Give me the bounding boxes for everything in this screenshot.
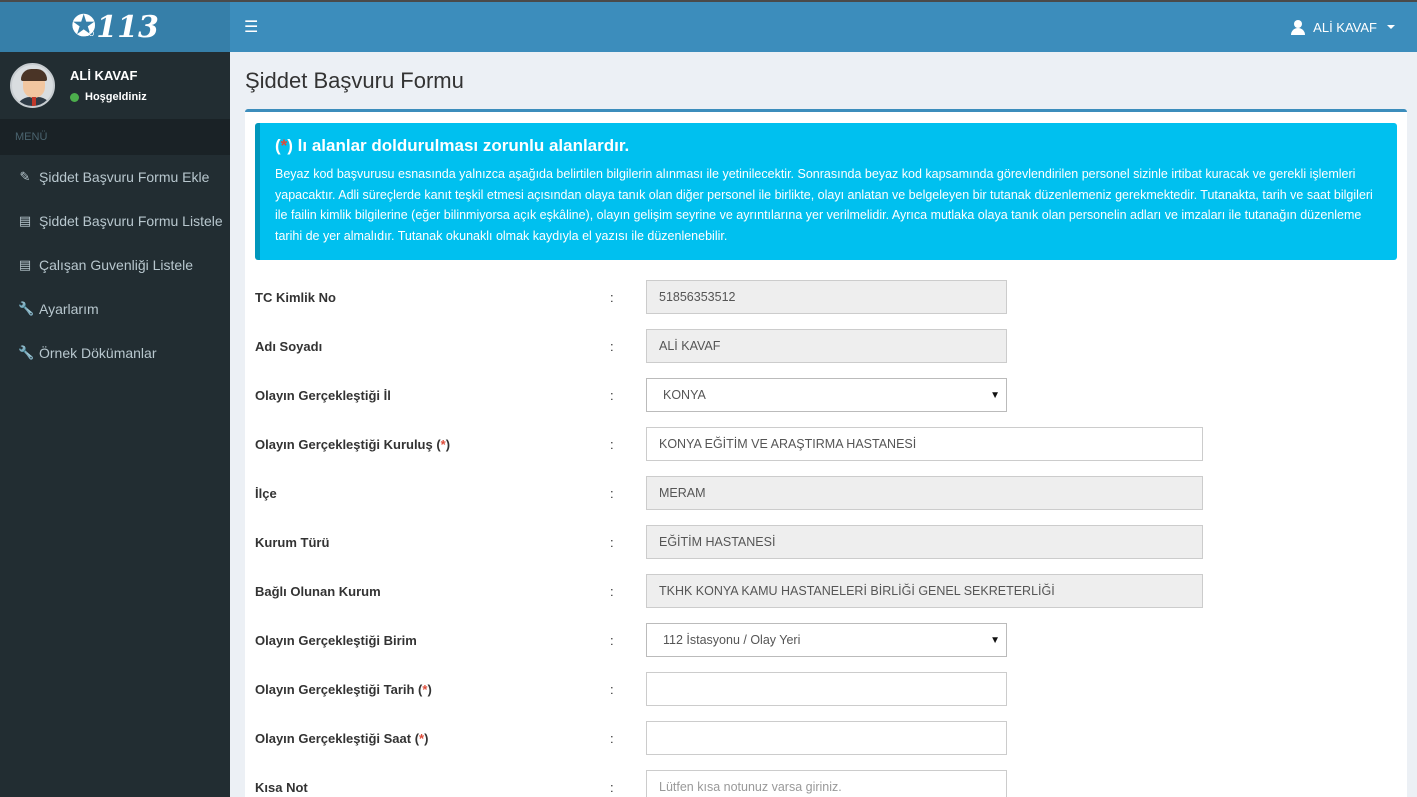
sidebar-item-add-form[interactable]: ✎ Şiddet Başvuru Formu Ekle [0, 155, 230, 199]
form-box: (*) lı alanlar doldurulması zorunlu alan… [245, 109, 1407, 797]
ilce-label: İlçe [255, 485, 277, 501]
logo-text: 113 [96, 9, 159, 45]
saat-input[interactable] [646, 721, 1007, 755]
user-status: Hoşgeldiniz [70, 91, 147, 103]
name-label: Adı Soyadı [255, 338, 323, 354]
select-arrow-icon: ▼ [990, 389, 1000, 401]
kurum-turu-field: EĞİTİM HASTANESİ [646, 525, 1203, 559]
callout-body: Beyaz kod başvurusu esnasında yalnızca a… [275, 167, 1373, 243]
saat-label: Olayın Gerçekleştiği Saat (*) [255, 730, 429, 746]
form-row-birim: Olayın Gerçekleştiği Birim : 112 İstasyo… [255, 623, 1205, 657]
il-label: Olayın Gerçekleştiği İl [255, 387, 391, 403]
il-select[interactable]: KONYA ▼ [646, 378, 1007, 412]
kurulus-field[interactable]: KONYA EĞİTİM VE ARAŞTIRMA HASTANESİ [646, 427, 1203, 461]
birim-select-value: 112 İstasyonu / Olay Yeri [663, 633, 801, 647]
avatar [10, 63, 55, 108]
sidebar-item-employee-safety[interactable]: ▤ Çalışan Guvenliği Listele [0, 243, 230, 287]
form-row-ilce: İlçe : MERAM [255, 476, 1205, 510]
callout-title: (*) lı alanlar doldurulması zorunlu alan… [275, 136, 630, 155]
name-field: ALİ KAVAF [646, 329, 1007, 363]
sidebar: ALİ KAVAF Hoşgeldiniz MENÜ ✎ Şiddet Başv… [0, 52, 230, 797]
sidebar-item-list-forms[interactable]: ▤ Şiddet Başvuru Formu Listele [0, 199, 230, 243]
sidebar-item-sample-documents[interactable]: 🔧 Örnek Dökümanlar [0, 331, 230, 375]
logo[interactable]: ✪ ALO 113 [71, 10, 159, 45]
caret-down-icon [1387, 25, 1395, 29]
page-title: Şiddet Başvuru Formu [245, 68, 464, 93]
sidebar-user-name: ALİ KAVAF [70, 68, 138, 83]
tc-field: 51856353512 [646, 280, 1007, 314]
menu-toggle-icon[interactable]: ☰ [244, 17, 258, 37]
header-user-name: ALİ KAVAF [1313, 19, 1377, 35]
not-label: Kısa Not [255, 779, 308, 795]
user-icon [1291, 19, 1306, 35]
status-text: Hoşgeldiniz [85, 91, 147, 103]
star-icon: ✪ [71, 10, 97, 43]
sidebar-item-label: Şiddet Başvuru Formu Ekle [39, 169, 210, 185]
sidebar-item-label: Çalışan Guvenliği Listele [39, 257, 194, 273]
il-select-value: KONYA [663, 388, 706, 402]
kurum-turu-label: Kurum Türü [255, 534, 330, 550]
form-row-tc: TC Kimlik No : 51856353512 [255, 280, 1205, 314]
sidebar-item-settings[interactable]: 🔧 Ayarlarım [0, 287, 230, 331]
logo-area[interactable]: ✪ ALO 113 [0, 0, 230, 52]
kurulus-label: Olayın Gerçekleştiği Kuruluş (*) [255, 436, 451, 452]
menu-header: MENÜ [0, 119, 230, 155]
user-panel: ALİ KAVAF Hoşgeldiniz [0, 52, 230, 119]
online-status-icon [70, 92, 79, 102]
main-content: Şiddet Başvuru Formu (*) lı alanlar dold… [230, 52, 1417, 797]
wrench-icon: 🔧 [18, 345, 35, 360]
ilce-field: MERAM [646, 476, 1203, 510]
logo-small-text: ALO [80, 30, 95, 38]
sidebar-item-label: Şiddet Başvuru Formu Listele [39, 213, 223, 229]
user-menu-dropdown[interactable]: ALİ KAVAF [1291, 19, 1395, 35]
wrench-icon: 🔧 [18, 301, 35, 316]
form-row-tarih: Olayın Gerçekleştiği Tarih (*) : [255, 672, 1205, 706]
tarih-label: Olayın Gerçekleştiği Tarih (*) [255, 681, 432, 697]
form-row-saat: Olayın Gerçekleştiği Saat (*) : [255, 721, 1205, 755]
form-row-name: Adı Soyadı : ALİ KAVAF [255, 329, 1205, 363]
birim-label: Olayın Gerçekleştiği Birim [255, 632, 417, 648]
bagli-kurum-field: TKHK KONYA KAMU HASTANELERİ BİRLİĞİ GENE… [646, 574, 1203, 608]
form-row-bagli-kurum: Bağlı Olunan Kurum : TKHK KONYA KAMU HAS… [255, 574, 1205, 608]
sidebar-item-label: Ayarlarım [39, 301, 99, 317]
form-row-kurulus: Olayın Gerçekleştiği Kuruluş (*) : KONYA… [255, 427, 1205, 461]
tarih-input[interactable] [646, 672, 1007, 706]
book-icon: ▤ [18, 257, 32, 272]
form-row-il: Olayın Gerçekleştiği İl : KONYA ▼ [255, 378, 1205, 412]
birim-select[interactable]: 112 İstasyonu / Olay Yeri ▼ [646, 623, 1007, 657]
top-navbar: ☰ ALİ KAVAF [230, 0, 1417, 52]
form-row-kurum-turu: Kurum Türü : EĞİTİM HASTANESİ [255, 525, 1205, 559]
not-input[interactable] [646, 770, 1007, 797]
select-arrow-icon: ▼ [990, 634, 1000, 646]
bagli-kurum-label: Bağlı Olunan Kurum [255, 583, 381, 599]
book-icon: ▤ [18, 213, 32, 228]
sidebar-item-label: Örnek Dökümanlar [39, 345, 157, 361]
info-callout: (*) lı alanlar doldurulması zorunlu alan… [255, 123, 1397, 260]
form-row-not: Kısa Not : [255, 770, 1205, 797]
tc-label: TC Kimlik No [255, 289, 336, 305]
edit-icon: ✎ [19, 169, 31, 184]
